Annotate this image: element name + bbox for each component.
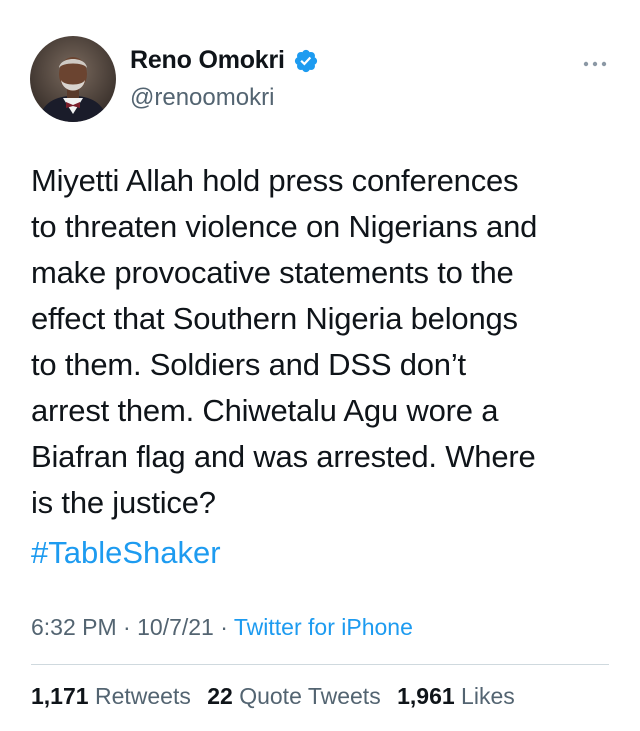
- profile-photo: [30, 36, 116, 122]
- tweet-text-line: Miyetti Allah hold press conferences: [31, 163, 519, 198]
- tweet-meta: 6:32 PM · 10/7/21 · Twitter for iPhone: [31, 614, 413, 641]
- tweet-text-line: to threaten violence on Nigerians and: [31, 209, 538, 244]
- tweet-date[interactable]: 10/7/21: [137, 614, 214, 640]
- quote-tweets-count: 22: [207, 683, 233, 709]
- hashtag-link[interactable]: #TableShaker: [31, 530, 221, 576]
- more-options-icon[interactable]: [582, 56, 608, 67]
- author-name-row: Reno Omokri: [130, 46, 319, 75]
- likes-label: Likes: [461, 683, 515, 709]
- meta-separator: ·: [213, 614, 234, 640]
- quote-tweets-label: Quote Tweets: [239, 683, 381, 709]
- divider: [31, 664, 609, 665]
- tweet-text-line: arrest them. Chiwetalu Agu wore a: [31, 393, 499, 428]
- tweet-text-line: make provocative statements to the: [31, 255, 514, 290]
- tweet-source-link[interactable]: Twitter for iPhone: [234, 614, 413, 640]
- tweet-text-line: Biafran flag and was arrested. Where: [31, 439, 536, 474]
- retweets-stat[interactable]: 1,171 Retweets: [31, 683, 191, 709]
- avatar[interactable]: [30, 36, 116, 122]
- likes-stat[interactable]: 1,961 Likes: [397, 683, 515, 709]
- tweet-text-line: effect that Southern Nigeria belongs: [31, 301, 518, 336]
- verified-badge-icon: [293, 48, 319, 74]
- tweet-card: Reno Omokri @renoomokri Miyetti Allah ho…: [0, 0, 640, 731]
- meta-separator: ·: [116, 614, 138, 640]
- retweets-label: Retweets: [94, 683, 191, 709]
- author-display-name[interactable]: Reno Omokri: [130, 46, 285, 75]
- tweet-text-line: is the justice?: [31, 485, 216, 520]
- likes-count: 1,961: [397, 683, 455, 709]
- quote-tweets-stat[interactable]: 22 Quote Tweets: [207, 683, 380, 709]
- engagement-stats: 1,171 Retweets 22 Quote Tweets 1,961 Lik…: [31, 683, 525, 710]
- tweet-text-line: to them. Soldiers and DSS don’t: [31, 347, 466, 382]
- tweet-time[interactable]: 6:32 PM: [31, 614, 117, 640]
- retweets-count: 1,171: [31, 683, 89, 709]
- author-handle[interactable]: @renoomokri: [130, 84, 274, 112]
- tweet-text: Miyetti Allah hold press conferences to …: [31, 158, 621, 526]
